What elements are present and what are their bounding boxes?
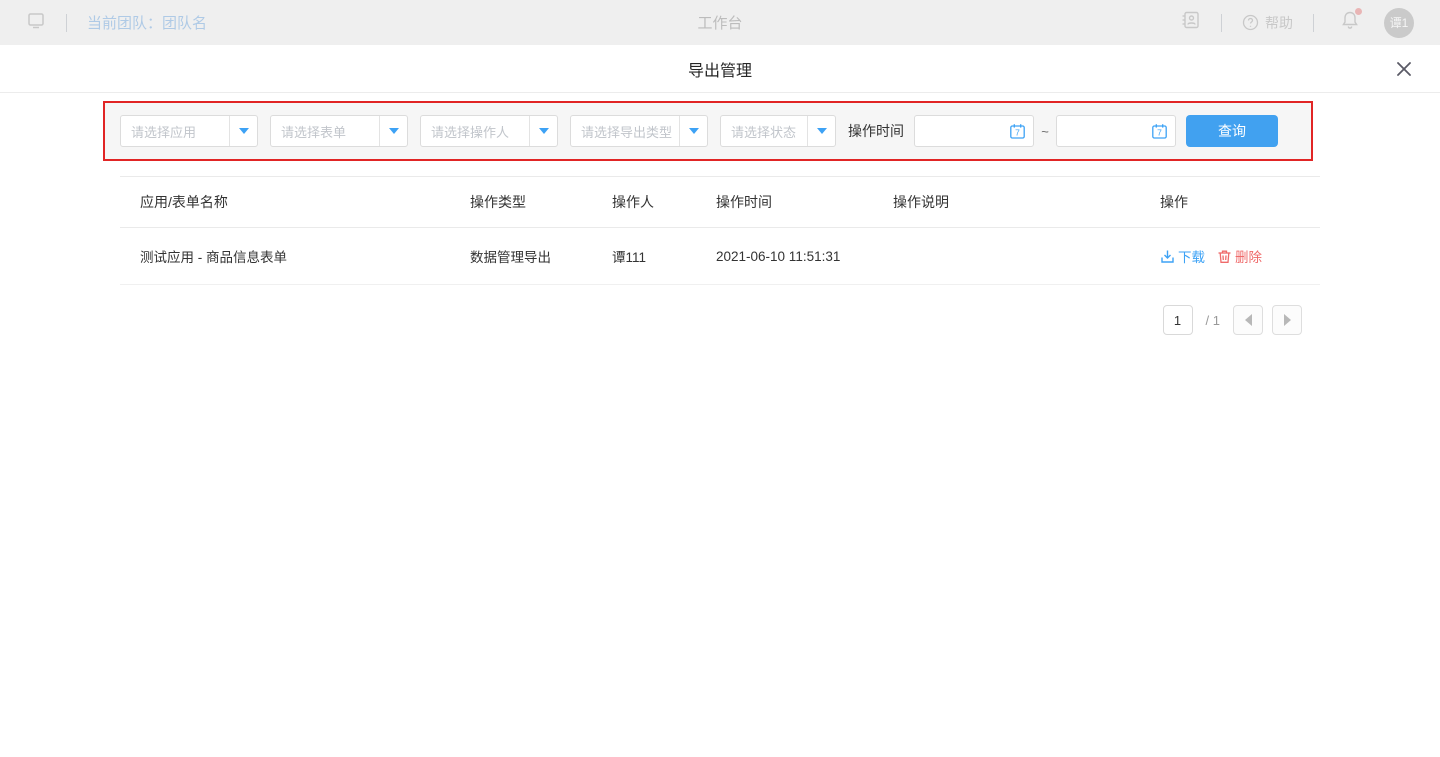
operator-select-placeholder: 请选择操作人 bbox=[421, 122, 529, 141]
header-actions: 操作 bbox=[1160, 192, 1320, 212]
cell-operation-type: 数据管理导出 bbox=[470, 246, 612, 266]
filter-bar: 请选择应用 请选择表单 请选择操作人 请选择导出类型 请选择状态 操作时间 bbox=[120, 115, 1278, 147]
current-page-box[interactable]: 1 bbox=[1163, 305, 1193, 335]
cell-app-form-name: 测试应用 - 商品信息表单 bbox=[120, 246, 470, 266]
workbench-icon[interactable] bbox=[26, 10, 46, 35]
topbar-divider bbox=[1221, 14, 1222, 32]
address-book-icon[interactable] bbox=[1181, 10, 1201, 35]
table-row: 测试应用 - 商品信息表单 数据管理导出 谭111 2021-06-10 11:… bbox=[120, 228, 1320, 285]
notification-bell-icon[interactable] bbox=[1340, 10, 1360, 35]
triangle-left-icon bbox=[1245, 314, 1252, 326]
caret-box bbox=[529, 116, 557, 146]
chevron-down-icon bbox=[539, 128, 549, 134]
cell-operator: 谭111 bbox=[612, 246, 716, 266]
pagination: 1 / 1 bbox=[120, 305, 1320, 335]
status-select[interactable]: 请选择状态 bbox=[720, 115, 836, 147]
date-end-field: 7 bbox=[1056, 115, 1176, 147]
caret-box bbox=[229, 116, 257, 146]
date-start-field: 7 bbox=[914, 115, 1034, 147]
caret-box bbox=[679, 116, 707, 146]
status-select-placeholder: 请选择状态 bbox=[721, 122, 807, 141]
form-select-placeholder: 请选择表单 bbox=[271, 122, 379, 141]
operation-time-label: 操作时间 bbox=[848, 121, 904, 141]
download-label: 下载 bbox=[1178, 246, 1205, 266]
prev-page-button[interactable] bbox=[1233, 305, 1263, 335]
export-table: 应用/表单名称 操作类型 操作人 操作时间 操作说明 操作 测试应用 - 商品信… bbox=[120, 176, 1320, 285]
help-label: 帮助 bbox=[1265, 13, 1293, 33]
chevron-down-icon bbox=[239, 128, 249, 134]
delete-link[interactable]: 删除 bbox=[1217, 246, 1262, 266]
table-header-row: 应用/表单名称 操作类型 操作人 操作时间 操作说明 操作 bbox=[120, 176, 1320, 228]
calendar-icon[interactable]: 7 bbox=[1151, 123, 1168, 145]
modal-header: 导出管理 bbox=[0, 45, 1440, 93]
header-operator: 操作人 bbox=[612, 192, 716, 212]
filter-bar-annotation: 请选择应用 请选择表单 请选择操作人 请选择导出类型 请选择状态 操作时间 bbox=[103, 101, 1313, 161]
trash-icon bbox=[1217, 249, 1232, 264]
caret-box bbox=[379, 116, 407, 146]
total-pages-label: / 1 bbox=[1206, 313, 1220, 328]
next-page-button[interactable] bbox=[1272, 305, 1302, 335]
caret-box bbox=[807, 116, 835, 146]
export-management-modal: 导出管理 请选择应用 请选择表单 请选择操作人 请选择导出类型 bbox=[0, 45, 1440, 757]
delete-label: 删除 bbox=[1235, 246, 1262, 266]
operator-select[interactable]: 请选择操作人 bbox=[420, 115, 558, 147]
triangle-right-icon bbox=[1284, 314, 1291, 326]
svg-text:7: 7 bbox=[1015, 128, 1020, 138]
chevron-down-icon bbox=[689, 128, 699, 134]
app-select-placeholder: 请选择应用 bbox=[121, 122, 229, 141]
user-avatar[interactable]: 谭1 bbox=[1384, 8, 1414, 38]
header-operation-time: 操作时间 bbox=[716, 192, 893, 212]
range-separator: ~ bbox=[1034, 124, 1056, 139]
header-operation-type: 操作类型 bbox=[470, 192, 612, 212]
topbar-divider bbox=[66, 14, 67, 32]
chevron-down-icon bbox=[817, 128, 827, 134]
search-button[interactable]: 查询 bbox=[1186, 115, 1278, 147]
download-icon bbox=[1160, 249, 1175, 264]
help-button[interactable]: 帮助 bbox=[1242, 13, 1293, 33]
cell-actions: 下载 删除 bbox=[1160, 246, 1320, 266]
chevron-down-icon bbox=[389, 128, 399, 134]
svg-text:7: 7 bbox=[1157, 128, 1162, 138]
close-icon[interactable] bbox=[1392, 57, 1416, 81]
top-bar: 当前团队：团队名 工作台 帮助 bbox=[0, 0, 1440, 45]
cell-operation-time: 2021-06-10 11:51:31 bbox=[716, 249, 893, 264]
current-team-label[interactable]: 当前团队：团队名 bbox=[87, 12, 207, 33]
app-select[interactable]: 请选择应用 bbox=[120, 115, 258, 147]
header-app-form-name: 应用/表单名称 bbox=[120, 192, 470, 212]
question-circle-icon bbox=[1242, 14, 1259, 31]
calendar-icon[interactable]: 7 bbox=[1009, 123, 1026, 145]
form-select[interactable]: 请选择表单 bbox=[270, 115, 408, 147]
header-operation-desc: 操作说明 bbox=[893, 192, 1160, 212]
notification-dot bbox=[1355, 8, 1362, 15]
modal-title: 导出管理 bbox=[688, 57, 752, 81]
topbar-divider bbox=[1313, 14, 1314, 32]
export-type-select[interactable]: 请选择导出类型 bbox=[570, 115, 708, 147]
export-type-select-placeholder: 请选择导出类型 bbox=[571, 122, 679, 141]
download-link[interactable]: 下载 bbox=[1160, 246, 1205, 266]
